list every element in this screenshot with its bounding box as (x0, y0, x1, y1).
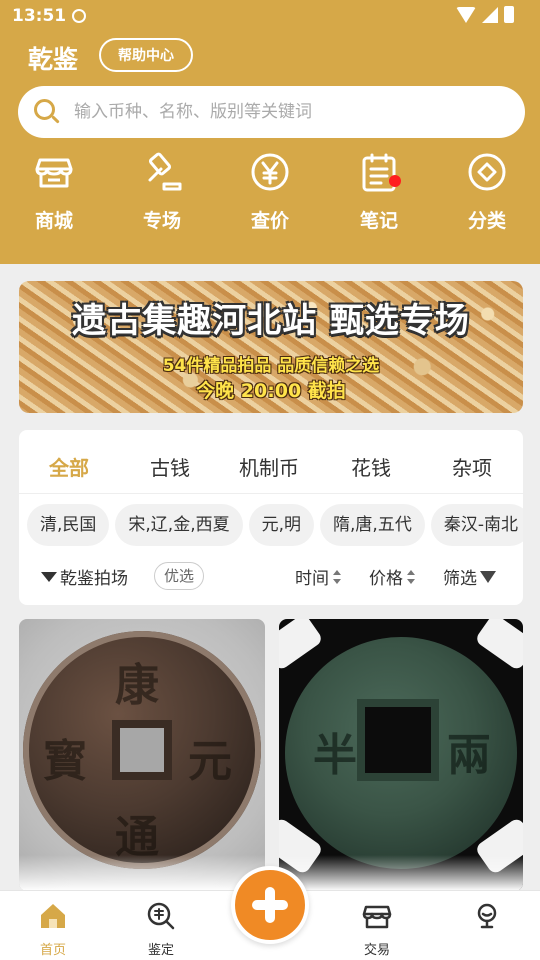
quick-nav: 商城 专场 查价 笔记 分类 (0, 152, 540, 232)
filter-row: 乾鉴拍场 优选 时间 价格 筛选 (19, 560, 523, 592)
notification-dot (389, 175, 401, 187)
signal-icon (482, 6, 498, 23)
profile-icon (472, 903, 502, 935)
filter-button[interactable]: 筛选 (443, 564, 496, 589)
filter-label: 筛选 (443, 569, 477, 589)
funnel-icon (480, 570, 496, 583)
tab-misc[interactable]: 杂项 (452, 452, 492, 481)
tab-all[interactable]: 全部 (49, 452, 89, 481)
sort-time[interactable]: 时间 (295, 564, 342, 589)
quick-nav-category[interactable]: 分类 (447, 152, 527, 233)
help-center-button[interactable]: 帮助中心 (99, 38, 193, 72)
sort-price[interactable]: 价格 (369, 564, 416, 589)
quick-nav-label: 笔记 (359, 210, 398, 232)
header: 13:51 乾鉴 帮助中心 商城 (0, 0, 540, 264)
app-title: 乾鉴 (28, 45, 79, 74)
holder-clip (474, 619, 523, 672)
product-image: 半 兩 (279, 619, 523, 891)
image-fade (19, 855, 265, 891)
trade-icon (362, 905, 392, 935)
home-icon (38, 904, 68, 935)
sort-time-label: 时间 (295, 569, 329, 589)
banner-subtitle: 54件精品拍品 品质信赖之选 (162, 356, 380, 376)
auction-hammer-icon (142, 152, 182, 196)
preferred-badge[interactable]: 优选 (154, 562, 205, 590)
triangle-down-icon (41, 571, 57, 582)
product-card[interactable]: 康 元 通 寳 (19, 619, 265, 891)
quick-nav-label: 分类 (467, 210, 506, 232)
nav-label: 交易 (363, 943, 390, 958)
era-chip[interactable]: 宋,辽,金,西夏 (115, 504, 243, 546)
quick-nav-label: 查价 (250, 210, 289, 232)
yuan-icon (250, 153, 290, 196)
search-input[interactable] (74, 86, 525, 138)
nav-home[interactable]: 首页 (18, 901, 88, 958)
tab-machine-coins[interactable]: 机制币 (239, 452, 299, 481)
auction-label: 乾鉴拍场 (60, 569, 128, 589)
product-image: 康 元 通 寳 (19, 619, 265, 891)
nav-trade[interactable]: 交易 (342, 901, 412, 958)
image-fade (279, 855, 523, 891)
category-tabs: 全部 古钱 机制币 花钱 杂项 (19, 430, 523, 494)
status-icons (456, 6, 514, 23)
quick-nav-auction[interactable]: 专场 (122, 152, 202, 233)
category-icon (467, 153, 507, 196)
shop-icon (34, 158, 74, 196)
product-card[interactable]: 半 兩 (279, 619, 523, 891)
status-time: 13:51 (12, 6, 67, 26)
era-chip[interactable]: 元,明 (248, 504, 315, 546)
sort-arrows-icon (406, 569, 416, 584)
auction-selector[interactable]: 乾鉴拍场 (41, 564, 128, 589)
tab-ancient-coins[interactable]: 古钱 (150, 452, 190, 481)
notes-icon (359, 153, 401, 196)
search-icon (34, 99, 60, 125)
era-chip[interactable]: 秦汉-南北 (430, 504, 523, 546)
nav-label: 鉴定 (147, 943, 174, 958)
promo-banner[interactable]: 遗古集趣河北站 甄选专场 54件精品拍品 品质信赖之选 今晚 20:00 截拍 (19, 281, 523, 413)
quick-nav-label: 商城 (34, 210, 73, 232)
quick-nav-price-check[interactable]: 查价 (230, 152, 310, 233)
search-bar[interactable] (18, 86, 525, 138)
nav-label: 首页 (39, 943, 66, 958)
sort-price-label: 价格 (369, 569, 403, 589)
category-card: 全部 古钱 机制币 花钱 杂项 清,民国 宋,辽,金,西夏 元,明 隋,唐,五代 秦汉-… (19, 430, 523, 605)
era-chip[interactable]: 清,民国 (27, 504, 110, 546)
holder-clip (279, 619, 324, 672)
era-chip[interactable]: 隋,唐,五代 (320, 504, 425, 546)
status-bar: 13:51 (0, 0, 540, 34)
banner-time: 今晚 20:00 截拍 (196, 380, 346, 402)
quick-nav-shop[interactable]: 商城 (14, 152, 94, 233)
nav-appraise[interactable]: 鉴定 (126, 901, 196, 958)
coin-image: 半 兩 (285, 637, 517, 869)
vpn-icon (72, 9, 86, 23)
tab-charm-coins[interactable]: 花钱 (351, 452, 391, 481)
era-chips: 清,民国 宋,辽,金,西夏 元,明 隋,唐,五代 秦汉-南北 (27, 504, 523, 546)
nav-profile[interactable] (452, 901, 522, 939)
coin-image: 康 元 通 寳 (23, 631, 261, 869)
battery-icon (504, 6, 514, 23)
banner-title: 遗古集趣河北站 甄选专场 (72, 301, 470, 341)
sort-arrows-icon (332, 569, 342, 584)
wifi-icon (456, 6, 476, 23)
quick-nav-notes[interactable]: 笔记 (339, 152, 419, 233)
quick-nav-label: 专场 (142, 210, 181, 232)
appraise-icon (146, 902, 176, 935)
publish-fab-button[interactable] (231, 866, 309, 944)
